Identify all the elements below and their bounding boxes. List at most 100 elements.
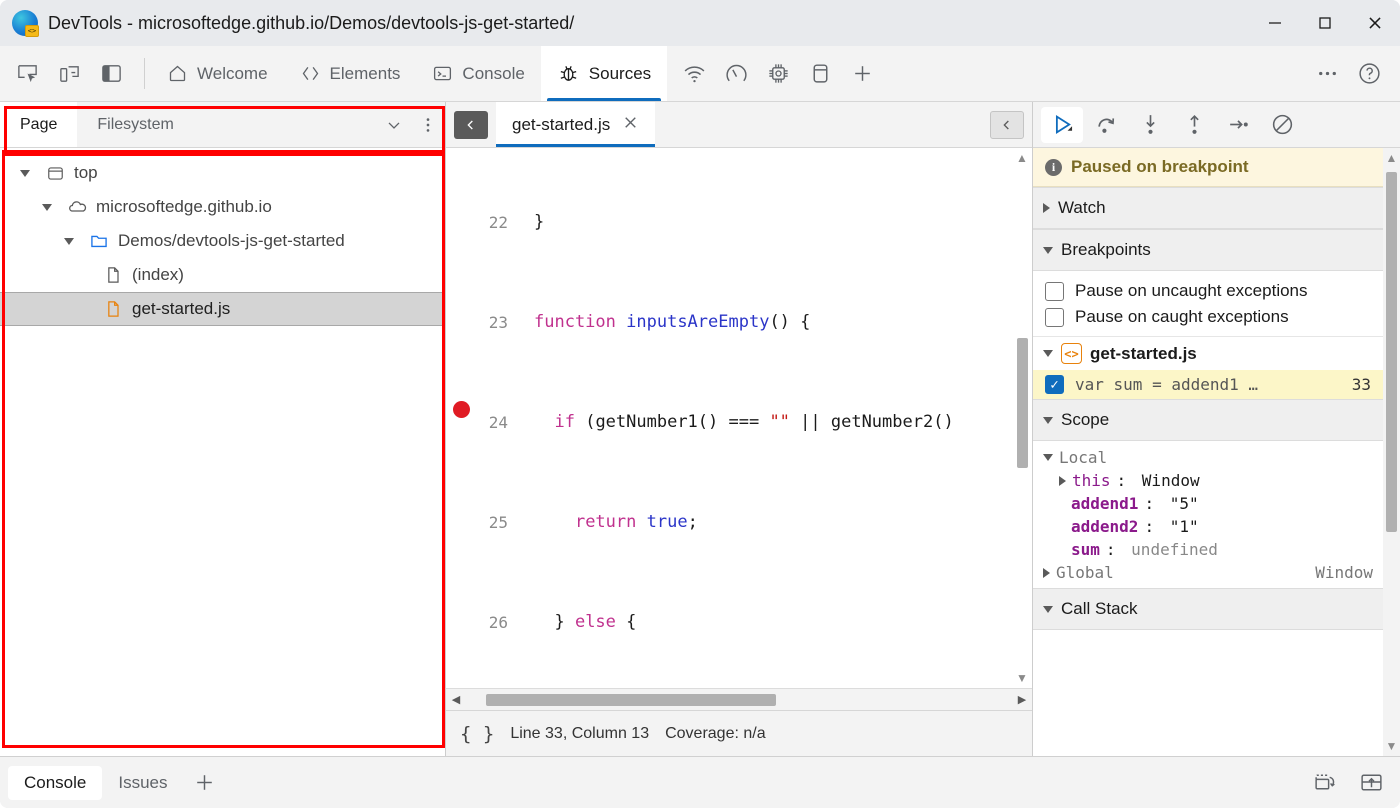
collapse-triangle-icon[interactable] [1043, 416, 1053, 424]
collapse-triangle-icon[interactable] [1043, 605, 1053, 613]
debugger-sections: i Paused on breakpoint Watch Breakpoints [1033, 148, 1383, 756]
watch-section-header[interactable]: Watch [1033, 187, 1383, 229]
code-line: 26 } else { [476, 610, 1032, 635]
cursor-position: Line 33, Column 13 [510, 724, 650, 742]
code-editor[interactable]: 22 } 23 function inputsAreEmpty() { 24 i… [446, 148, 1032, 688]
chevron-down-icon[interactable] [377, 102, 411, 147]
step-over-button[interactable] [1085, 107, 1127, 143]
main-toolbar: Welcome Elements Console Sources [0, 46, 1400, 102]
breakpoint-marker[interactable] [453, 401, 470, 418]
code-content[interactable]: 22 } 23 function inputsAreEmpty() { 24 i… [476, 148, 1032, 688]
tab-elements[interactable]: Elements [284, 46, 417, 101]
deactivate-breakpoints-button[interactable] [1261, 107, 1303, 143]
scope-var-this[interactable]: this: Window [1033, 469, 1383, 492]
expand-triangle-icon[interactable] [36, 203, 58, 211]
scope-section-header[interactable]: Scope [1033, 399, 1383, 441]
scroll-up-arrow-icon[interactable]: ▲ [1016, 148, 1028, 168]
step-button[interactable] [1217, 107, 1259, 143]
resume-script-button[interactable] [1041, 106, 1083, 143]
collapse-triangle-icon[interactable] [1043, 454, 1053, 461]
sidebar-toggle-icon[interactable] [90, 54, 132, 94]
editor-vertical-scrollbar[interactable]: ▲ ▼ [1014, 148, 1030, 688]
scope-var-this-name: this [1072, 471, 1111, 490]
horizontal-scroll-track[interactable] [466, 693, 1012, 706]
tab-sources[interactable]: Sources [540, 46, 668, 101]
expand-triangle-icon[interactable] [1059, 475, 1066, 486]
breakpoint-entry[interactable]: ✓ var sum = addend1 … 33 [1033, 370, 1383, 399]
close-icon[interactable] [622, 114, 639, 135]
minimize-button[interactable] [1250, 0, 1300, 46]
scope-var-addend2[interactable]: addend2: "1" [1033, 515, 1383, 538]
close-button[interactable] [1350, 0, 1400, 46]
panel-back-icon[interactable] [454, 111, 488, 139]
editor-horizontal-scrollbar[interactable]: ◀ ▶ [446, 688, 1032, 710]
restore-layout-icon[interactable] [1304, 763, 1346, 803]
expand-triangle-icon[interactable] [58, 237, 80, 245]
scope-group-local[interactable]: Local [1033, 446, 1383, 469]
pause-caught-exceptions-option[interactable]: Pause on caught exceptions [1033, 304, 1383, 330]
device-emulation-icon[interactable] [48, 54, 90, 94]
vertical-scroll-track[interactable] [1016, 168, 1028, 668]
expand-triangle-icon[interactable] [1043, 203, 1050, 213]
debugger-vertical-scrollbar[interactable]: ▲ ▼ [1383, 148, 1400, 756]
inspect-element-icon[interactable] [6, 54, 48, 94]
help-icon[interactable] [1348, 54, 1390, 94]
step-into-button[interactable] [1129, 107, 1171, 143]
watch-section-title: Watch [1058, 198, 1106, 217]
breakpoint-gutter[interactable] [446, 148, 476, 688]
add-tab-icon[interactable] [184, 763, 226, 803]
scroll-right-arrow-icon[interactable]: ▶ [1012, 693, 1032, 706]
scroll-down-arrow-icon[interactable]: ▼ [1386, 736, 1398, 756]
navigator-tab-page[interactable]: Page [0, 102, 78, 147]
pause-uncaught-exceptions-option[interactable]: Pause on uncaught exceptions [1033, 278, 1383, 304]
drawer-tab-console[interactable]: Console [8, 765, 103, 800]
memory-icon[interactable] [757, 54, 799, 94]
more-vertical-icon[interactable] [411, 102, 445, 147]
scope-var-addend1[interactable]: addend1: "5" [1033, 492, 1383, 515]
tree-item-get-started-js[interactable]: get-started.js [0, 292, 445, 326]
tab-welcome[interactable]: Welcome [151, 46, 284, 101]
vertical-scroll-thumb[interactable] [1016, 338, 1028, 468]
navigator-pane: Page Filesystem top microsoftedge.github… [0, 102, 446, 756]
coverage-status: Coverage: n/a [665, 724, 766, 742]
tree-item-top[interactable]: top [0, 156, 445, 190]
drawer-tab-issues[interactable]: Issues [102, 766, 183, 800]
editor-tab-get-started-js[interactable]: get-started.js [496, 102, 656, 147]
horizontal-scroll-thumb[interactable] [486, 693, 776, 706]
tree-item-index[interactable]: (index) [0, 258, 445, 292]
debugger-scroll-track[interactable] [1386, 168, 1397, 736]
scroll-left-arrow-icon[interactable]: ◀ [446, 693, 466, 706]
call-stack-section-header[interactable]: Call Stack [1033, 588, 1383, 630]
collapse-triangle-icon[interactable] [1043, 350, 1053, 357]
scope-var-sum[interactable]: sum: undefined [1033, 538, 1383, 561]
performance-icon[interactable] [715, 54, 757, 94]
step-out-button[interactable] [1173, 107, 1215, 143]
scroll-down-arrow-icon[interactable]: ▼ [1016, 668, 1028, 688]
checkbox[interactable] [1045, 307, 1064, 327]
application-icon[interactable] [799, 54, 841, 94]
dock-panel-icon[interactable] [1350, 763, 1392, 803]
network-icon[interactable] [673, 54, 715, 94]
line-number: 22 [488, 213, 508, 232]
expand-triangle-icon[interactable] [1043, 567, 1050, 578]
breakpoints-section-header[interactable]: Breakpoints [1033, 229, 1383, 271]
tree-item-domain[interactable]: microsoftedge.github.io [0, 190, 445, 224]
tree-item-folder[interactable]: Demos/devtools-js-get-started [0, 224, 445, 258]
scroll-up-arrow-icon[interactable]: ▲ [1386, 148, 1398, 168]
debugger-scroll-thumb[interactable] [1386, 172, 1397, 532]
tab-console[interactable]: Console [416, 46, 540, 101]
expand-triangle-icon[interactable] [14, 169, 36, 177]
devtools-window: <> DevTools - microsoftedge.github.io/De… [0, 0, 1400, 808]
scope-group-global[interactable]: Global Window [1033, 561, 1383, 584]
panel-collapse-icon[interactable] [990, 110, 1024, 139]
add-tab-icon[interactable] [841, 54, 883, 94]
maximize-button[interactable] [1300, 0, 1350, 46]
collapse-triangle-icon[interactable] [1043, 246, 1053, 254]
drawer-right-icons [1304, 763, 1392, 803]
pretty-print-icon[interactable]: { } [460, 723, 494, 745]
checkbox[interactable]: ✓ [1045, 375, 1064, 394]
more-options-icon[interactable] [1306, 54, 1348, 94]
breakpoint-file-group[interactable]: <> get-started.js [1033, 336, 1383, 370]
checkbox[interactable] [1045, 281, 1064, 301]
navigator-tab-filesystem[interactable]: Filesystem [77, 102, 193, 147]
